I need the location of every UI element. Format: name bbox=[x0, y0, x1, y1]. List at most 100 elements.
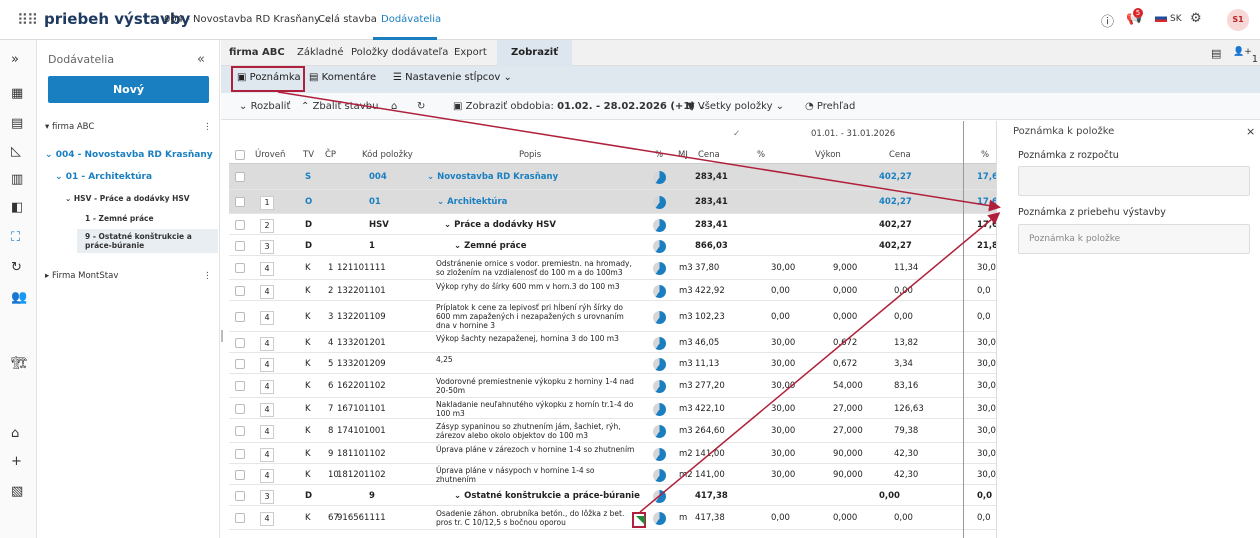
tree-item-zemne-prace[interactable]: 1 - Zemné práce bbox=[85, 214, 154, 223]
col-period-vykon[interactable]: Výkon bbox=[815, 150, 841, 160]
refresh-icon[interactable]: ↻ bbox=[417, 101, 425, 112]
suppliers-icon[interactable]: ⛶ bbox=[11, 230, 20, 245]
table-row[interactable]: 4 K 5 133201209 4,25 m3 11,13 30,00 0,672 3,34 30,… bbox=[229, 353, 997, 374]
building-icon[interactable]: 🏗 bbox=[11, 356, 28, 371]
dashboard-icon[interactable]: ▦ bbox=[11, 86, 23, 101]
table-row[interactable]: 2 D HSV ⌄ Práce a dodávky HSV 283,41 402,27 17… bbox=[229, 214, 997, 235]
level-badge: 4 bbox=[260, 468, 274, 483]
row-checkbox[interactable] bbox=[235, 219, 245, 230]
tab-zobrazit[interactable]: Zobraziť bbox=[497, 40, 572, 66]
table-row[interactable]: 4 K 10 181201102 Úprava pláne v násypoch v h… bbox=[229, 464, 997, 485]
table-row[interactable]: 1 O 01 ⌄ Architektúra 283,41 402,27 17,6 bbox=[229, 190, 997, 214]
close-icon[interactable]: × bbox=[1246, 125, 1255, 138]
more-icon[interactable]: ⋮ bbox=[203, 122, 212, 132]
cell-price: 417,38 bbox=[695, 490, 728, 501]
home-icon[interactable]: ⌂ bbox=[391, 101, 397, 112]
expand-rail-icon[interactable]: » bbox=[11, 52, 19, 67]
progress-note-field[interactable]: Poznámka k položke bbox=[1018, 224, 1250, 254]
col-period-pct[interactable]: % bbox=[757, 150, 765, 160]
col-price[interactable]: Cena bbox=[698, 150, 720, 160]
periods-selector[interactable]: ▣ Zobraziť obdobia: 01.02. - 28.02.2026 … bbox=[453, 101, 706, 112]
tab-zakladne[interactable]: Základné bbox=[297, 47, 344, 58]
table-row[interactable]: 4 K 8 174101001 Zásyp sypaninou so zhutnením… bbox=[229, 419, 997, 443]
col-right-pct[interactable]: % bbox=[981, 150, 989, 160]
col-pct[interactable]: % bbox=[655, 150, 663, 160]
row-checkbox[interactable] bbox=[235, 513, 245, 523]
tab-polozky-dodavatela[interactable]: Položky dodávateľa bbox=[351, 47, 448, 58]
tree-item-ostatne-konstrukcie[interactable]: 9 - Ostatné konštrukcie a práce-búranie bbox=[77, 229, 218, 253]
table-row[interactable]: 4 K 9 181101102 Úprava pláne v zárezoch v ho… bbox=[229, 443, 997, 464]
book-icon[interactable]: ◧ bbox=[11, 200, 23, 215]
row-checkbox[interactable] bbox=[235, 426, 245, 436]
tree-item-architektura[interactable]: ⌄ 01 - Architektúra bbox=[55, 172, 152, 182]
table-row[interactable]: S 004 ⌄ Novostavba RD Krasňany 283,41 402,27… bbox=[229, 164, 997, 190]
user-count: 1 bbox=[1251, 54, 1259, 65]
progress-icon[interactable]: ↻ bbox=[11, 260, 22, 275]
col-desc[interactable]: Popis bbox=[519, 150, 541, 160]
table-row[interactable]: 4 K 3 132201109 Príplatok k cene za lepivosť… bbox=[229, 301, 997, 332]
table-row[interactable]: 4 K 4 133201201 Výkop šachty nezapaženej, ho… bbox=[229, 332, 997, 353]
avatar[interactable]: S1 bbox=[1227, 9, 1249, 31]
col-code[interactable]: Kód položky bbox=[362, 150, 413, 160]
table-row[interactable]: 3 D 1 ⌄ Zemné práce 866,03 402,27 21,8 bbox=[229, 235, 997, 256]
col-cp[interactable]: ČP bbox=[325, 150, 336, 160]
row-checkbox[interactable] bbox=[235, 469, 245, 480]
col-period-price[interactable]: Cena bbox=[889, 150, 911, 160]
add-user-button[interactable]: 👤+ 1 bbox=[1233, 47, 1258, 65]
collapse-button[interactable]: ⌃ Zbaliť stavbu bbox=[301, 101, 378, 112]
col-mj[interactable]: MJ bbox=[678, 150, 688, 160]
table-row[interactable]: 4 K 2 132201101 Výkop ryhy do šírky 600 mm v… bbox=[229, 280, 997, 301]
row-checkbox[interactable] bbox=[235, 403, 245, 414]
more-icon[interactable]: ⋮ bbox=[203, 271, 212, 281]
report-icon[interactable]: ▧ bbox=[11, 484, 23, 499]
ruler-icon[interactable]: ◺ bbox=[11, 144, 21, 159]
row-checkbox[interactable] bbox=[235, 381, 245, 391]
filter-selector[interactable]: ▼ Všetky položky ⌄ bbox=[687, 101, 784, 112]
collapse-sidebar-icon[interactable]: « bbox=[197, 52, 205, 67]
home-icon[interactable]: ⌂ bbox=[11, 426, 19, 441]
apps-grid-icon[interactable]: ⠿⠿ bbox=[17, 11, 38, 29]
row-checkbox[interactable] bbox=[235, 197, 245, 207]
row-checkbox[interactable] bbox=[235, 285, 245, 296]
row-checkbox[interactable] bbox=[235, 490, 245, 501]
row-checkbox[interactable] bbox=[235, 263, 245, 273]
table-row[interactable]: 4 K 1 121101111 Odstránenie ornice s vodor. … bbox=[229, 256, 997, 280]
table-row[interactable]: 4 K 67 916561111 Osadenie záhon. obrubníka b… bbox=[229, 506, 997, 530]
progress-pie-icon bbox=[653, 218, 666, 232]
col-level[interactable]: Úroveň bbox=[255, 150, 285, 160]
row-checkbox[interactable] bbox=[235, 337, 245, 348]
tab-export[interactable]: Export bbox=[454, 47, 487, 58]
gear-icon[interactable]: ⚙ bbox=[1190, 11, 1202, 26]
tree-item-firma-montstav[interactable]: ▸ Firma MontStav ⋮ bbox=[45, 271, 212, 281]
new-button[interactable]: Nový bbox=[48, 76, 209, 103]
row-checkbox[interactable] bbox=[235, 448, 245, 459]
tree-item-project[interactable]: ⌄ 004 - Novostavba RD Krasňany bbox=[45, 150, 213, 160]
row-checkbox[interactable] bbox=[235, 172, 245, 182]
overview-button[interactable]: ◔ Prehľad bbox=[805, 101, 855, 112]
row-checkbox[interactable] bbox=[235, 240, 245, 251]
row-checkbox[interactable] bbox=[235, 311, 245, 322]
col-tv[interactable]: TV bbox=[303, 150, 314, 160]
table-icon[interactable]: ▥ bbox=[11, 172, 23, 187]
plus-icon[interactable]: + bbox=[11, 454, 22, 469]
project-selector[interactable]: 004 - Novostavba RD Krasňany ⌄ bbox=[164, 14, 332, 25]
row-checkbox[interactable] bbox=[235, 358, 245, 369]
nav-dodavatelia[interactable]: Dodávatelia bbox=[381, 14, 441, 25]
note-indicator-icon[interactable] bbox=[636, 516, 645, 525]
chat-icon[interactable]: ▤ bbox=[1211, 47, 1221, 60]
help-icon[interactable]: ⓘ bbox=[1101, 11, 1114, 30]
cell-period-pct: 0,00 bbox=[771, 311, 790, 322]
select-all-checkbox[interactable] bbox=[235, 150, 245, 160]
tree-item-hsv[interactable]: ⌄ HSV - Práce a dodávky HSV bbox=[65, 194, 190, 203]
table-row[interactable]: 4 K 6 162201102 Vodorovné premiestnenie výko… bbox=[229, 374, 997, 398]
tree-item-firma-abc[interactable]: ▾ firma ABC ⋮ bbox=[45, 122, 212, 132]
language-selector[interactable]: SK bbox=[1155, 14, 1182, 24]
comments-button[interactable]: ▤ Komentáre bbox=[309, 72, 376, 83]
column-settings-button[interactable]: ☰ Nastavenie stĺpcov ⌄ bbox=[393, 72, 512, 83]
nav-cela-stavba[interactable]: Celá stavba bbox=[318, 14, 377, 25]
expand-button[interactable]: ⌄ Rozbaliť bbox=[239, 101, 290, 112]
document-icon[interactable]: ▤ bbox=[11, 116, 23, 131]
table-row[interactable]: 4 K 7 167101101 Nakladanie neuľahnutého výko… bbox=[229, 398, 997, 419]
table-row[interactable]: 3 D 9 ⌄ Ostatné konštrukcie a práce-búranie… bbox=[229, 485, 997, 506]
users-icon[interactable]: 👥 bbox=[11, 290, 27, 305]
